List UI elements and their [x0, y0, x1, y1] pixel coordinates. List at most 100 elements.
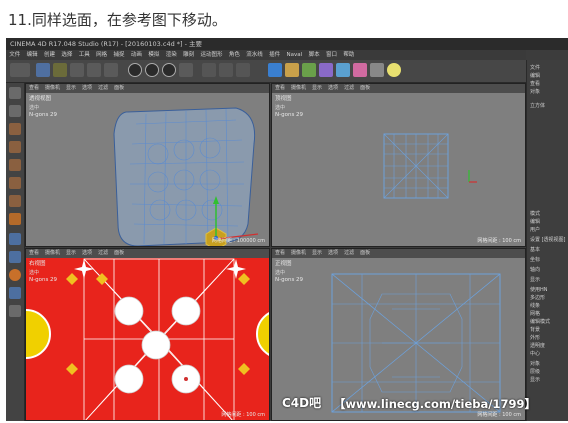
viewport-right[interactable]: 查看 摄像机 显示 选项 过滤 面板 右视图 选中 N-gons 29 网格间距… — [25, 248, 270, 421]
rotate-tool-icon[interactable] — [87, 63, 101, 77]
panel-item[interactable]: 立方体 — [530, 102, 545, 109]
panel-item[interactable]: 外形 — [530, 334, 540, 341]
menu-item[interactable]: 雕刻 — [180, 50, 197, 60]
panel-item[interactable]: 多边形 — [530, 294, 545, 301]
axis-mode-icon[interactable] — [9, 233, 21, 245]
menu-item[interactable]: 网格 — [93, 50, 110, 60]
polygons-mode-icon[interactable] — [9, 195, 21, 207]
window-title: CINEMA 4D R17.048 Studio (R17) - [201601… — [6, 38, 568, 50]
panel-item[interactable]: 编辑 — [530, 218, 540, 225]
lock-icon[interactable] — [9, 269, 21, 281]
watermark-logo: C4D吧 — [282, 396, 322, 410]
menu-item[interactable]: Naval — [283, 50, 305, 60]
menu-item[interactable]: 动画 — [128, 50, 145, 60]
panel-item[interactable]: 对象 — [530, 88, 540, 95]
reference-image — [26, 258, 269, 420]
render-settings-icon[interactable] — [236, 63, 250, 77]
menu-item[interactable]: 编辑 — [23, 50, 40, 60]
menu-item[interactable]: 运动图形 — [197, 50, 225, 60]
menu-item[interactable]: 选择 — [58, 50, 75, 60]
array-icon[interactable] — [319, 63, 333, 77]
panel-item[interactable]: 轴向 — [530, 266, 540, 273]
panel-item[interactable]: 网格 — [530, 310, 540, 317]
viewport-perspective[interactable]: 查看 摄像机 显示 选项 过滤 面板 透视视图 选中 N-gons 29 网格间… — [25, 83, 270, 247]
scale-tool-icon[interactable] — [70, 63, 84, 77]
panel-item[interactable]: 查看 — [530, 80, 540, 87]
select-tool-icon[interactable] — [36, 63, 50, 77]
selection-label: 选中 — [29, 270, 40, 276]
z-axis-icon[interactable] — [162, 63, 176, 77]
sculpt-icon[interactable] — [9, 305, 21, 317]
menu-item[interactable]: 窗口 — [323, 50, 340, 60]
texture-mode-icon[interactable] — [9, 123, 21, 135]
panel-item[interactable]: 背景 — [530, 326, 540, 333]
top-mesh — [383, 133, 477, 199]
menu-item[interactable]: 捕捉 — [110, 50, 127, 60]
points-mode-icon[interactable] — [9, 159, 21, 171]
menu-item[interactable]: 脚本 — [305, 50, 322, 60]
render-picture-icon[interactable] — [219, 63, 233, 77]
model-mode-icon[interactable] — [9, 105, 21, 117]
panel-item[interactable]: 编辑 — [530, 72, 540, 79]
caption-text: 11.同样选面，在参考图下移动。 — [8, 11, 227, 29]
deformer-icon[interactable] — [336, 63, 350, 77]
make-editable-icon[interactable] — [9, 87, 21, 99]
edges-mode-icon[interactable] — [9, 177, 21, 189]
menu-item[interactable]: 插件 — [266, 50, 283, 60]
light-icon[interactable] — [387, 63, 401, 77]
recent-tool-icon[interactable] — [104, 63, 118, 77]
menu-item[interactable]: 创建 — [41, 50, 58, 60]
panel-item[interactable]: 显示 — [530, 276, 540, 283]
pen-icon[interactable] — [285, 63, 299, 77]
grid-spacing: 网格间距 : 100 cm — [477, 412, 521, 418]
panel-item[interactable]: 线条 — [530, 302, 540, 309]
panel-item[interactable]: 层级 — [530, 368, 540, 375]
menu-item[interactable]: 渲染 — [163, 50, 180, 60]
panel-item[interactable]: 对象 — [530, 360, 540, 367]
menu-item[interactable]: 帮助 — [340, 50, 357, 60]
panel-item[interactable]: 文件 — [530, 64, 540, 71]
panel-item[interactable]: 用户 — [530, 226, 540, 233]
watermark-url: 【www.linecg.com/tieba/1799】 — [333, 397, 536, 411]
panel-item[interactable]: 使用HN — [530, 286, 548, 293]
subdivision-icon[interactable] — [302, 63, 316, 77]
y-axis-icon[interactable] — [145, 63, 159, 77]
snap-icon[interactable] — [9, 251, 21, 263]
coord-system-icon[interactable] — [179, 63, 193, 77]
menu-item[interactable]: 文件 — [6, 50, 23, 60]
panel-item[interactable]: 透明度 — [530, 342, 545, 349]
x-axis-icon[interactable] — [128, 63, 142, 77]
undo-button[interactable] — [10, 63, 30, 77]
ngons-count: N-gons 29 — [29, 277, 58, 283]
attribute-object-panel: 文件 编辑 查看 对象 立方体 模式 编辑 用户 设置 [透视视图] 基本 坐标 轴向 显示 使用HN 多边… — [526, 60, 568, 421]
panel-item[interactable]: 设置 [透视视图] — [530, 236, 566, 243]
camera-icon[interactable] — [370, 63, 384, 77]
cube-icon[interactable] — [268, 63, 282, 77]
panel-item[interactable]: 模式 — [530, 210, 540, 217]
panel-item[interactable]: 中心 — [530, 350, 540, 357]
viewport-name: 右视图 — [29, 261, 46, 267]
cinema4d-window: CINEMA 4D R17.048 Studio (R17) - [201601… — [6, 38, 568, 421]
main-menubar: 文件 编辑 创建 选择 工具 网格 捕捉 动画 模拟 渲染 雕刻 运动图形 角色 流水线 插件 Naval 脚本… — [6, 50, 526, 60]
move-tool-icon[interactable] — [53, 63, 67, 77]
perspective-mesh — [113, 107, 259, 246]
panel-item[interactable]: 基本 — [530, 246, 540, 253]
uv-mode-icon[interactable] — [9, 213, 21, 225]
menu-item[interactable]: 工具 — [76, 50, 93, 60]
scene-icon[interactable] — [353, 63, 367, 77]
menu-item[interactable]: 流水线 — [243, 50, 266, 60]
menu-item[interactable]: 角色 — [226, 50, 243, 60]
left-mode-toolbar — [6, 83, 25, 421]
panel-item[interactable]: 编辑模式 — [530, 318, 550, 325]
panel-item[interactable]: 坐标 — [530, 256, 540, 263]
workplane-icon[interactable] — [9, 141, 21, 153]
menu-item[interactable]: 模拟 — [145, 50, 162, 60]
workplane-lock-icon[interactable] — [9, 287, 21, 299]
grid-spacing: 网格间距 : 100000 cm — [211, 238, 265, 244]
render-view-icon[interactable] — [202, 63, 216, 77]
grid-spacing: 网格间距 : 100 cm — [221, 412, 265, 418]
viewport-top[interactable]: 查看 摄像机 显示 选项 过滤 面板 顶视图 选中 N-gons 29 网格间距… — [271, 83, 526, 247]
main-toolbar — [6, 60, 526, 83]
panel-item[interactable]: 显示 — [530, 376, 540, 383]
grid-spacing: 网格间距 : 100 cm — [477, 238, 521, 244]
